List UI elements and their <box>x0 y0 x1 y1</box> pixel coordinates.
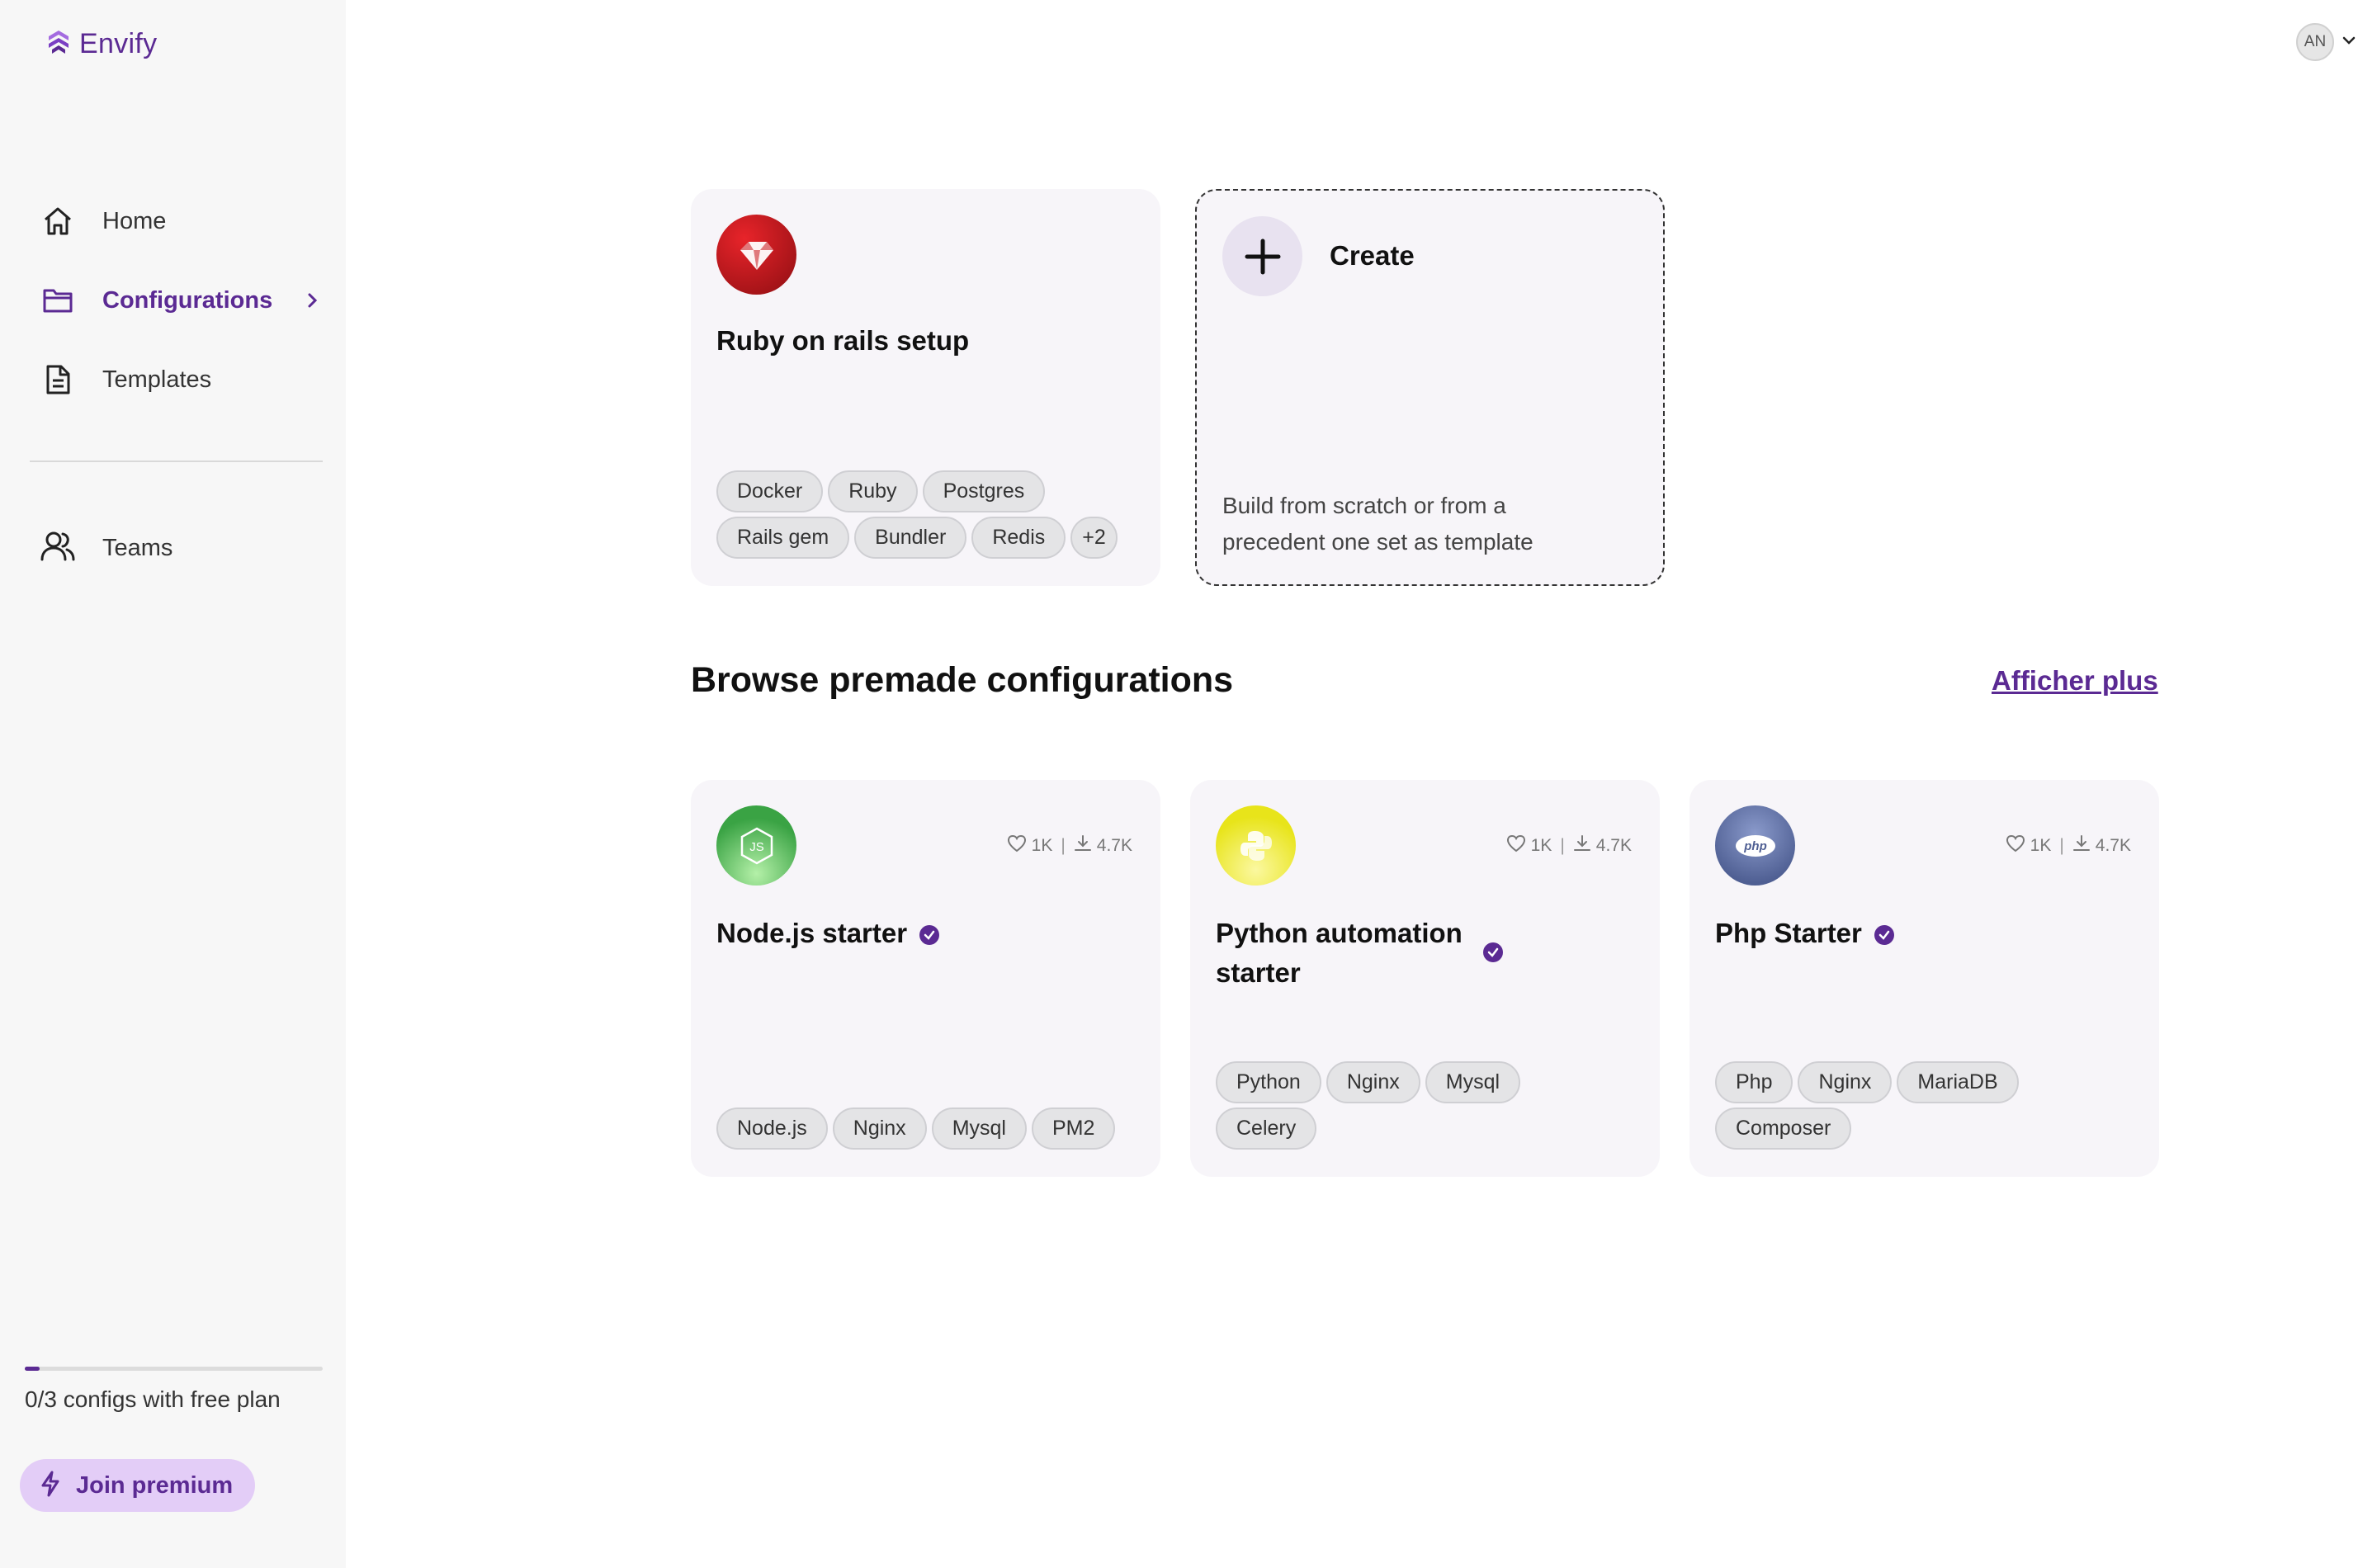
template-tags: Python Nginx Mysql Celery <box>1216 1061 1562 1150</box>
tag: Docker <box>716 470 824 512</box>
join-premium-label: Join premium <box>76 1471 234 1499</box>
tag: Mysql <box>1425 1061 1521 1103</box>
envify-logo-icon <box>46 29 71 59</box>
verified-badge-icon <box>1482 942 1504 967</box>
users-icon <box>40 530 76 567</box>
likes-count: 1K <box>1530 836 1552 855</box>
template-tags: Node.js Nginx Mysql PM2 <box>716 1108 1146 1150</box>
tag: Composer <box>1715 1108 1852 1150</box>
download-icon[interactable] <box>1074 834 1092 857</box>
more-tags-badge[interactable]: +2 <box>1070 517 1118 559</box>
template-title-row: Node.js starter <box>716 914 940 953</box>
template-card-python[interactable]: 1K | 4.7K Python automation starter Pyth… <box>1190 780 1660 1177</box>
app-logo[interactable]: Envify <box>46 28 157 60</box>
download-icon[interactable] <box>2072 834 2091 857</box>
svg-text:JS: JS <box>749 840 764 854</box>
downloads-count: 4.7K <box>1595 836 1632 855</box>
template-title: Python automation starter <box>1216 918 1463 988</box>
sidebar-item-label: Configurations <box>102 286 273 314</box>
tag: Nginx <box>832 1108 927 1150</box>
document-icon <box>40 361 76 398</box>
create-title: Create <box>1330 240 1415 271</box>
nodejs-icon: JS <box>716 805 796 886</box>
join-premium-button[interactable]: Join premium <box>20 1459 255 1512</box>
chevron-down-icon <box>2341 34 2357 51</box>
tag: Bundler <box>854 517 967 559</box>
tag: Redis <box>971 517 1066 559</box>
sidebar-item-label: Templates <box>102 366 212 393</box>
config-title: Ruby on rails setup <box>716 325 970 356</box>
download-icon[interactable] <box>1573 834 1591 857</box>
downloads-count: 4.7K <box>1096 836 1132 855</box>
chevron-right-icon <box>304 290 320 314</box>
sidebar-item-configurations[interactable]: Configurations <box>30 276 327 325</box>
tag: PM2 <box>1031 1108 1116 1150</box>
section-title: Browse premade configurations <box>691 660 1234 700</box>
ruby-icon <box>716 215 796 295</box>
template-title: Php Starter <box>1715 918 1862 948</box>
sidebar-item-home[interactable]: Home <box>30 196 327 246</box>
heart-icon[interactable] <box>1007 834 1027 857</box>
heart-icon[interactable] <box>1506 834 1526 857</box>
tag: Celery <box>1216 1108 1317 1150</box>
tag: Php <box>1715 1061 1793 1103</box>
stats-separator: | <box>2059 836 2064 855</box>
card-stats: 1K | 4.7K <box>2006 834 2131 857</box>
php-icon: php <box>1715 805 1795 886</box>
avatar: AN <box>2296 23 2334 61</box>
tag: Node.js <box>716 1108 828 1150</box>
plan-usage-text: 0/3 configs with free plan <box>25 1386 281 1412</box>
verified-badge-icon <box>919 924 940 946</box>
lightning-icon <box>40 1471 61 1501</box>
app-name: Envify <box>79 28 158 59</box>
card-stats: 1K | 4.7K <box>1007 834 1132 857</box>
python-icon <box>1216 805 1296 886</box>
heart-icon[interactable] <box>2006 834 2025 857</box>
tag: Postgres <box>922 470 1046 512</box>
stats-separator: | <box>1061 836 1066 855</box>
create-config-card[interactable]: Create Build from scratch or from a prec… <box>1195 189 1665 586</box>
tag: Ruby <box>828 470 918 512</box>
template-title: Node.js starter <box>716 918 908 948</box>
plus-icon <box>1222 216 1302 296</box>
home-icon <box>40 203 76 239</box>
svg-text:php: php <box>1743 839 1767 853</box>
sidebar-item-templates[interactable]: Templates <box>30 355 327 404</box>
sidebar-item-label: Home <box>102 207 167 234</box>
sidebar-nav: Home Configurations Templates <box>30 196 327 434</box>
template-tags: Php Nginx MariaDB Composer <box>1715 1061 2062 1150</box>
create-description: Build from scratch or from a precedent o… <box>1222 493 1533 555</box>
stats-separator: | <box>1560 836 1565 855</box>
likes-count: 1K <box>1031 836 1053 855</box>
config-tags: Docker Ruby Postgres Rails gem Bundler R… <box>716 470 1146 559</box>
template-card-php[interactable]: php 1K | 4.7K Php Starter Php Nginx Mari… <box>1689 780 2159 1177</box>
plan-usage-progress <box>25 1367 323 1371</box>
tag: Nginx <box>1798 1061 1893 1103</box>
sidebar-item-teams[interactable]: Teams <box>40 523 172 573</box>
config-card[interactable]: Ruby on rails setup Docker Ruby Postgres… <box>691 189 1160 586</box>
downloads-count: 4.7K <box>2095 836 2131 855</box>
tag: Rails gem <box>716 517 850 559</box>
user-menu[interactable]: AN <box>2296 23 2357 61</box>
template-card-nodejs[interactable]: JS 1K | 4.7K Node.js starter Node.js Ngi… <box>691 780 1160 1177</box>
sidebar-item-label: Teams <box>102 534 173 561</box>
see-more-link[interactable]: Afficher plus <box>1992 665 2158 697</box>
folder-icon <box>40 282 76 319</box>
tag: Mysql <box>931 1108 1027 1150</box>
sidebar: Envify Home Configurations Templates Tea… <box>0 0 346 1568</box>
card-stats: 1K | 4.7K <box>1506 834 1632 857</box>
template-title-row: Php Starter <box>1715 914 1895 953</box>
nav-divider <box>30 460 323 462</box>
tag: Python <box>1216 1061 1321 1103</box>
tag: MariaDB <box>1897 1061 2019 1103</box>
likes-count: 1K <box>2030 836 2052 855</box>
plan-usage-progress-fill <box>25 1367 40 1371</box>
tag: Nginx <box>1326 1061 1420 1103</box>
verified-badge-icon <box>1874 924 1895 946</box>
